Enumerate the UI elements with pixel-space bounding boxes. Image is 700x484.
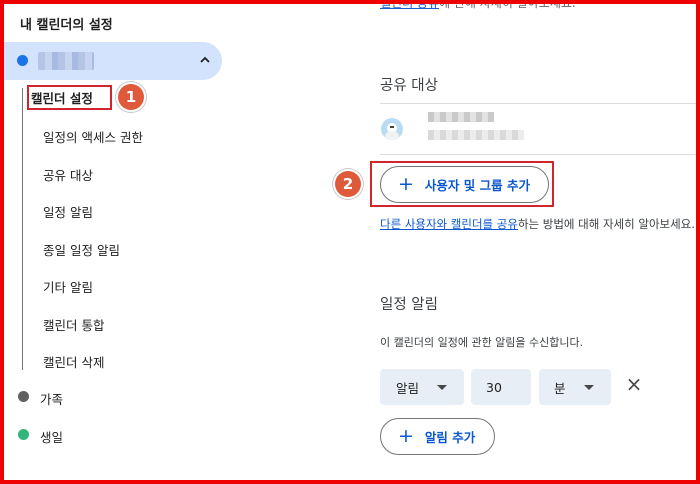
sidebar-item-delete[interactable]: 캘린더 삭제	[43, 352, 104, 371]
add-notification-label: 알림 추가	[424, 430, 476, 445]
plus-icon: +	[398, 425, 414, 447]
shared-user-email-blurred	[428, 130, 524, 140]
step-badge-2: 2	[335, 171, 361, 197]
divider	[380, 154, 700, 155]
sidebar-item-other-notifications[interactable]: 기타 알림	[43, 277, 93, 296]
top-help-text: 캘린더 공유에 관해 자세히 알아보세요.	[380, 0, 576, 11]
divider	[380, 103, 700, 104]
notification-amount-input[interactable]: 30	[471, 369, 531, 405]
remove-notification-icon[interactable]: ×	[624, 374, 644, 394]
calendar-name-blurred	[38, 52, 94, 70]
highlight-box-step1	[27, 85, 112, 110]
step-badge-1: 1	[118, 84, 144, 110]
dropdown-arrow-icon	[437, 385, 447, 390]
submenu-guide-line	[22, 88, 23, 370]
highlight-box-step2	[370, 161, 554, 207]
sidebar-item-share[interactable]: 공유 대상	[43, 165, 93, 184]
calendar-color-dot-birthday	[18, 429, 29, 440]
add-notification-button[interactable]: + 알림 추가	[380, 418, 495, 455]
notifications-heading: 일정 알림	[380, 297, 438, 313]
sidebar-item-integrate[interactable]: 캘린더 통합	[43, 315, 104, 334]
top-help-suffix: 에 관해 자세히 알아보세요.	[439, 0, 576, 10]
dropdown-arrow-icon	[584, 385, 594, 390]
notifications-description: 이 캘린더의 일정에 관한 알림을 수신합니다.	[380, 336, 584, 349]
shared-user-name-blurred	[428, 112, 494, 122]
calendar-color-dot	[17, 55, 28, 66]
top-help-link[interactable]: 캘린더 공유	[380, 0, 439, 10]
share-heading: 공유 대상	[380, 78, 438, 94]
calendar-color-dot-family	[18, 391, 29, 402]
sidebar-item-allday-notifications[interactable]: 종일 일정 알림	[43, 240, 120, 259]
sidebar-calendar-birthday[interactable]: 생일	[40, 427, 63, 446]
share-help-link[interactable]: 다른 사용자와 캘린더를 공유	[380, 217, 518, 231]
notification-type-select[interactable]: 알림	[380, 369, 464, 405]
sidebar-calendar-family[interactable]: 가족	[40, 389, 63, 408]
sidebar-item-event-notifications[interactable]: 일정 알림	[43, 202, 93, 221]
notification-type-value: 알림	[396, 380, 420, 396]
sidebar-item-access[interactable]: 일정의 액세스 권한	[43, 127, 143, 146]
chevron-up-icon[interactable]	[199, 54, 211, 66]
active-calendar-row[interactable]	[4, 42, 222, 80]
notification-unit-value: 분	[554, 380, 566, 396]
share-help-suffix: 하는 방법에 대해 자세히 알아보세요.	[517, 217, 695, 231]
notification-amount-value: 30	[486, 379, 502, 395]
user-avatar	[381, 118, 403, 140]
share-help-text: 다른 사용자와 캘린더를 공유하는 방법에 대해 자세히 알아보세요.	[380, 216, 695, 232]
sidebar-title: 내 캘린더의 설정	[20, 18, 113, 33]
notification-unit-select[interactable]: 분	[539, 369, 611, 405]
